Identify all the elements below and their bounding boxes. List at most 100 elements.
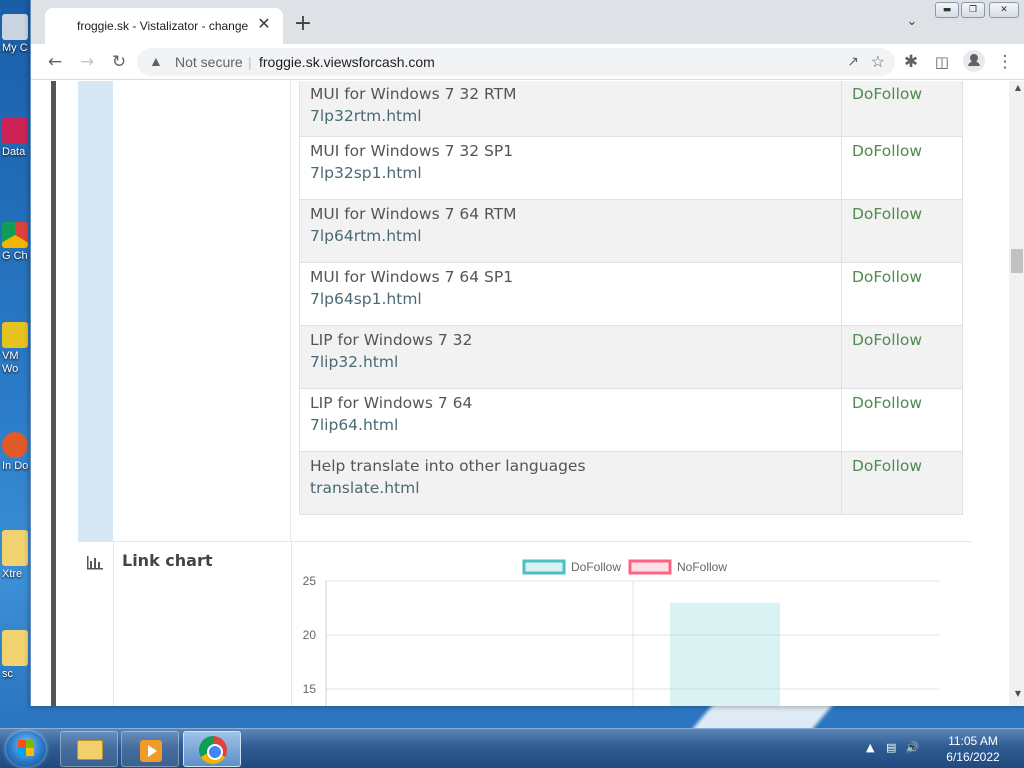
- page-file-link[interactable]: 7lp64sp1.html: [310, 288, 831, 311]
- close-window-button[interactable]: ✕: [989, 2, 1019, 18]
- page-name: MUI for Windows 7 32 RTM: [310, 85, 517, 103]
- desktop-icon-label: Xtre: [2, 568, 23, 580]
- page-name: MUI for Windows 7 32 SP1: [310, 142, 514, 160]
- folder-icon: [77, 740, 103, 760]
- page-file-link[interactable]: 7lp32rtm.html: [310, 105, 831, 128]
- y-tick-label: 20: [303, 628, 317, 642]
- minimize-button[interactable]: ▬: [935, 2, 959, 18]
- start-button[interactable]: [6, 731, 46, 767]
- url-text[interactable]: froggie.sk.viewsforcash.com: [259, 54, 435, 70]
- tab-froggie[interactable]: froggie.sk - Vistalizator - change ✕: [45, 8, 283, 44]
- column-divider: [113, 541, 114, 706]
- table-row: LIP for Windows 7 32 7lip32.html DoFollow: [299, 325, 963, 389]
- follow-status: DoFollow: [841, 136, 963, 200]
- clock-time: 11:05 AM: [948, 734, 998, 748]
- page-file-link[interactable]: translate.html: [310, 477, 831, 500]
- volume-icon[interactable]: 🔊: [906, 741, 920, 754]
- sc-folder-shortcut[interactable]: sc: [2, 630, 32, 681]
- warning-icon[interactable]: ▲: [149, 53, 163, 69]
- page-cell: MUI for Windows 7 32 SP1 7lp32sp1.html: [299, 136, 842, 200]
- page-file-link[interactable]: 7lp32sp1.html: [310, 162, 831, 185]
- page-file-link[interactable]: 7lip32.html: [310, 351, 831, 374]
- profile-avatar-icon[interactable]: [963, 50, 985, 72]
- y-tick-label: 25: [303, 574, 317, 588]
- forward-icon[interactable]: →: [75, 50, 99, 74]
- page-cell: MUI for Windows 7 64 SP1 7lp64sp1.html: [299, 262, 842, 326]
- media-player-icon: [140, 740, 162, 762]
- page-cell: MUI for Windows 7 64 RTM 7lp64rtm.html: [299, 199, 842, 263]
- browser-toolbar: ← → ↻ ▲ Not secure | froggie.sk.viewsfor…: [31, 44, 1024, 80]
- system-tray: ▲ ▤ 🔊: [866, 741, 920, 754]
- page-cell: Help translate into other languages trans…: [299, 451, 842, 515]
- desktop-icon-label: My C: [2, 42, 28, 54]
- maximize-button[interactable]: ❐: [961, 2, 985, 18]
- chrome-icon: [199, 736, 227, 764]
- table-row: LIP for Windows 7 64 7lip64.html DoFollow: [299, 388, 963, 452]
- share-icon[interactable]: ↗: [847, 53, 859, 70]
- bookmark-star-icon[interactable]: ☆: [871, 52, 885, 72]
- network-icon[interactable]: ▤: [886, 741, 896, 754]
- dofollow-bar: [670, 602, 780, 706]
- vm-icon: [2, 322, 28, 348]
- browser-window: froggie.sk - Vistalizator - change ✕ + ⌄…: [30, 0, 1024, 706]
- new-tab-button[interactable]: +: [291, 12, 315, 36]
- database-icon: [2, 118, 28, 144]
- tab-title: froggie.sk - Vistalizator - change: [77, 19, 249, 33]
- folder-icon: [2, 530, 28, 566]
- tab-search-chevron-icon[interactable]: ⌄: [903, 14, 921, 32]
- vm-shortcut[interactable]: VM Wo: [2, 322, 32, 376]
- desktop-icon-label: VM Wo: [2, 350, 19, 375]
- system-clock[interactable]: 11:05 AM 6/16/2022: [934, 733, 1012, 765]
- omnibox-separator: |: [248, 54, 252, 70]
- page-left-border: [51, 81, 56, 706]
- taskbar-chrome[interactable]: [183, 731, 241, 767]
- scroll-up-arrow-icon[interactable]: ▲: [1015, 83, 1021, 92]
- vertical-scrollbar[interactable]: ▲ ▼: [1009, 81, 1024, 706]
- page-cell: MUI for Windows 7 32 RTM 7lp32rtm.html: [299, 81, 842, 137]
- taskbar-media-player[interactable]: [121, 731, 179, 767]
- page-file-link[interactable]: 7lp64rtm.html: [310, 225, 831, 248]
- page-file-link[interactable]: 7lip64.html: [310, 414, 831, 437]
- tab-strip: froggie.sk - Vistalizator - change ✕ + ⌄…: [31, 0, 1024, 44]
- follow-status: DoFollow: [841, 81, 963, 137]
- page-name: MUI for Windows 7 64 RTM: [310, 205, 517, 223]
- link-chart: DoFollow NoFollow 25 20 15: [303, 559, 940, 706]
- xtre-folder-shortcut[interactable]: Xtre: [2, 530, 32, 581]
- legend-label: DoFollow: [571, 560, 621, 574]
- table-row: MUI for Windows 7 64 SP1 7lp64sp1.html DoF…: [299, 262, 963, 326]
- table-row: MUI for Windows 7 32 RTM 7lp32rtm.html DoF…: [299, 81, 963, 137]
- chrome-shortcut-icon: [2, 222, 28, 248]
- desktop-icon-label: sc: [2, 668, 13, 680]
- link-chart-heading: Link chart: [122, 551, 213, 570]
- table-row: MUI for Windows 7 64 RTM 7lp64rtm.html DoF…: [299, 199, 963, 263]
- links-table: MUI for Windows 7 32 RTM 7lp32rtm.html DoF…: [299, 81, 963, 515]
- extensions-icon[interactable]: ✱: [899, 50, 923, 74]
- chrome-desktop-shortcut[interactable]: G Ch: [2, 222, 32, 263]
- taskbar: ▲ ▤ 🔊 11:05 AM 6/16/2022: [0, 728, 1024, 768]
- link-chart-section: Link chart DoFollow NoFollow 25 20 15: [78, 541, 971, 706]
- page-cell: LIP for Windows 7 64 7lip64.html: [299, 388, 842, 452]
- legend-swatch: [522, 559, 566, 575]
- scrollbar-thumb[interactable]: [1011, 249, 1023, 273]
- my-computer-shortcut[interactable]: My C: [2, 14, 32, 55]
- page-name: LIP for Windows 7 64: [310, 394, 473, 412]
- page-name: Help translate into other languages: [310, 457, 586, 475]
- follow-status: DoFollow: [841, 199, 963, 263]
- clock-date: 6/16/2022: [946, 750, 1000, 764]
- side-panel-icon[interactable]: ◫: [930, 50, 954, 74]
- tab-close-icon[interactable]: ✕: [255, 16, 273, 34]
- browser-menu-icon[interactable]: ⋮: [993, 50, 1017, 74]
- windows-logo-icon: [18, 740, 34, 756]
- data-shortcut[interactable]: Data: [2, 118, 32, 159]
- table-row: MUI for Windows 7 32 SP1 7lp32sp1.html DoF…: [299, 136, 963, 200]
- taskbar-explorer[interactable]: [60, 731, 118, 767]
- security-status[interactable]: Not secure: [175, 54, 243, 70]
- address-bar[interactable]: ▲ Not secure | froggie.sk.viewsforcash.c…: [137, 48, 895, 76]
- reload-icon[interactable]: ↻: [107, 50, 131, 74]
- back-icon[interactable]: ←: [43, 50, 67, 74]
- download-shortcut[interactable]: In Do: [2, 432, 32, 473]
- scroll-down-arrow-icon[interactable]: ▼: [1015, 689, 1021, 698]
- bar-chart-icon: [87, 556, 103, 570]
- tray-expand-icon[interactable]: ▲: [866, 741, 874, 754]
- y-tick-label: 15: [303, 682, 317, 696]
